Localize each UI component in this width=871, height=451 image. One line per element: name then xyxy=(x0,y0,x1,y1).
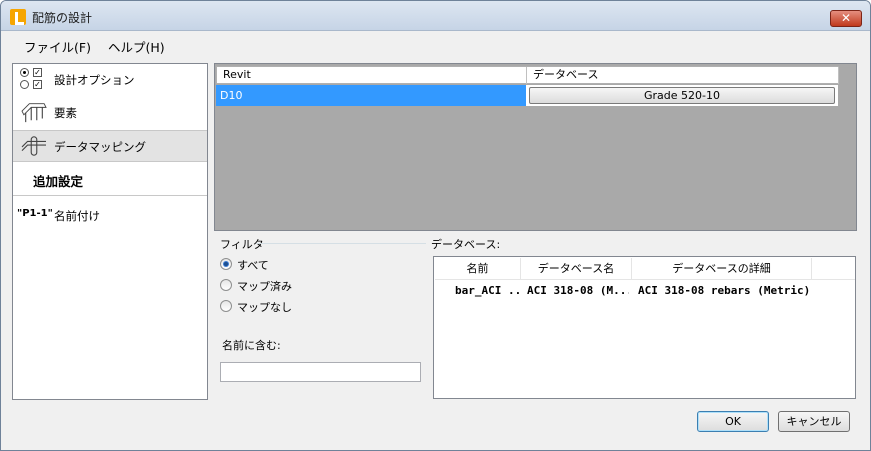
sidebar-item-design-options[interactable]: ✓ ✓ 設計オプション xyxy=(13,64,207,96)
elements-icon xyxy=(21,103,47,123)
column-header-db-name[interactable]: データベース名 xyxy=(521,258,632,280)
radio-button[interactable] xyxy=(220,279,232,291)
sidebar-item-additional-settings[interactable]: 追加設定 xyxy=(13,163,207,195)
sidebar-item-naming[interactable]: "P1-1" 名前付け xyxy=(13,200,207,232)
divider xyxy=(256,243,426,244)
radio-button[interactable] xyxy=(220,300,232,312)
app-logo-icon xyxy=(10,9,26,25)
sidebar-item-elements[interactable]: 要素 xyxy=(13,97,207,129)
filter-group-title: フィルタ xyxy=(220,238,264,251)
cancel-button[interactable]: キャンセル xyxy=(778,411,850,432)
database-group-title: データベース: xyxy=(431,238,501,251)
grid-header: Revit データベース xyxy=(216,66,839,84)
column-header-db-details[interactable]: データベースの詳細 xyxy=(632,258,812,280)
revit-cell[interactable]: D10 xyxy=(216,85,526,106)
radio-label: マップなし xyxy=(237,301,292,314)
column-header-revit[interactable]: Revit xyxy=(217,67,527,84)
menu-bar: ファイル(F) ヘルプ(H) xyxy=(1,32,870,56)
design-options-icon: ✓ ✓ xyxy=(20,67,48,91)
naming-icon: "P1-1" xyxy=(17,208,53,219)
list-header: 名前 データベース名 データベースの詳細 xyxy=(435,258,855,280)
radio-label: すべて xyxy=(237,259,269,272)
sidebar-item-label: 名前付け xyxy=(54,209,100,223)
mapping-grid[interactable]: Revit データベース D10 Grade 520-10 xyxy=(214,63,857,231)
column-header-name[interactable]: 名前 xyxy=(435,258,521,280)
sidebar: ✓ ✓ 設計オプション 要素 データマッピング 追加設定 "P1-1" 名前付け xyxy=(12,63,208,400)
database-list[interactable]: 名前 データベース名 データベースの詳細 bar_ACI ... ACI 318… xyxy=(433,256,856,399)
database-cell: Grade 520-10 xyxy=(526,85,838,106)
db-details-cell: ACI 318-08 rebars (Metric) xyxy=(638,284,811,297)
radio-button[interactable] xyxy=(220,258,232,270)
window-title: 配筋の設計 xyxy=(32,11,93,25)
sidebar-item-label: 要素 xyxy=(54,106,77,120)
close-button[interactable]: ✕ xyxy=(830,10,862,27)
menu-help[interactable]: ヘルプ(H) xyxy=(108,37,165,56)
table-row[interactable]: D10 Grade 520-10 xyxy=(216,85,839,106)
db-dbname-cell: ACI 318-08 (M... xyxy=(527,284,629,297)
radio-label: マップ済み xyxy=(237,280,292,293)
list-item[interactable]: bar_ACI ... ACI 318-08 (M... ACI 318-08 … xyxy=(435,281,855,300)
sidebar-item-label: 追加設定 xyxy=(33,174,84,189)
column-header-database[interactable]: データベース xyxy=(527,67,839,84)
data-mapping-icon xyxy=(21,136,46,156)
ok-button[interactable]: OK xyxy=(697,411,769,432)
sidebar-item-data-mapping[interactable]: データマッピング xyxy=(13,130,207,162)
divider xyxy=(13,195,207,196)
sidebar-item-label: 設計オプション xyxy=(54,73,135,87)
name-contains-input[interactable] xyxy=(220,362,421,382)
db-name-cell: bar_ACI ... xyxy=(455,284,521,297)
title-bar[interactable]: 配筋の設計 ✕ xyxy=(1,1,870,31)
dialog-window: 配筋の設計 ✕ ファイル(F) ヘルプ(H) ✓ ✓ 設計オプション 要素 デー… xyxy=(0,0,871,451)
database-select-button[interactable]: Grade 520-10 xyxy=(529,87,835,104)
menu-file[interactable]: ファイル(F) xyxy=(24,37,91,56)
sidebar-item-label: データマッピング xyxy=(54,140,146,154)
name-contains-label: 名前に含む: xyxy=(222,339,281,352)
